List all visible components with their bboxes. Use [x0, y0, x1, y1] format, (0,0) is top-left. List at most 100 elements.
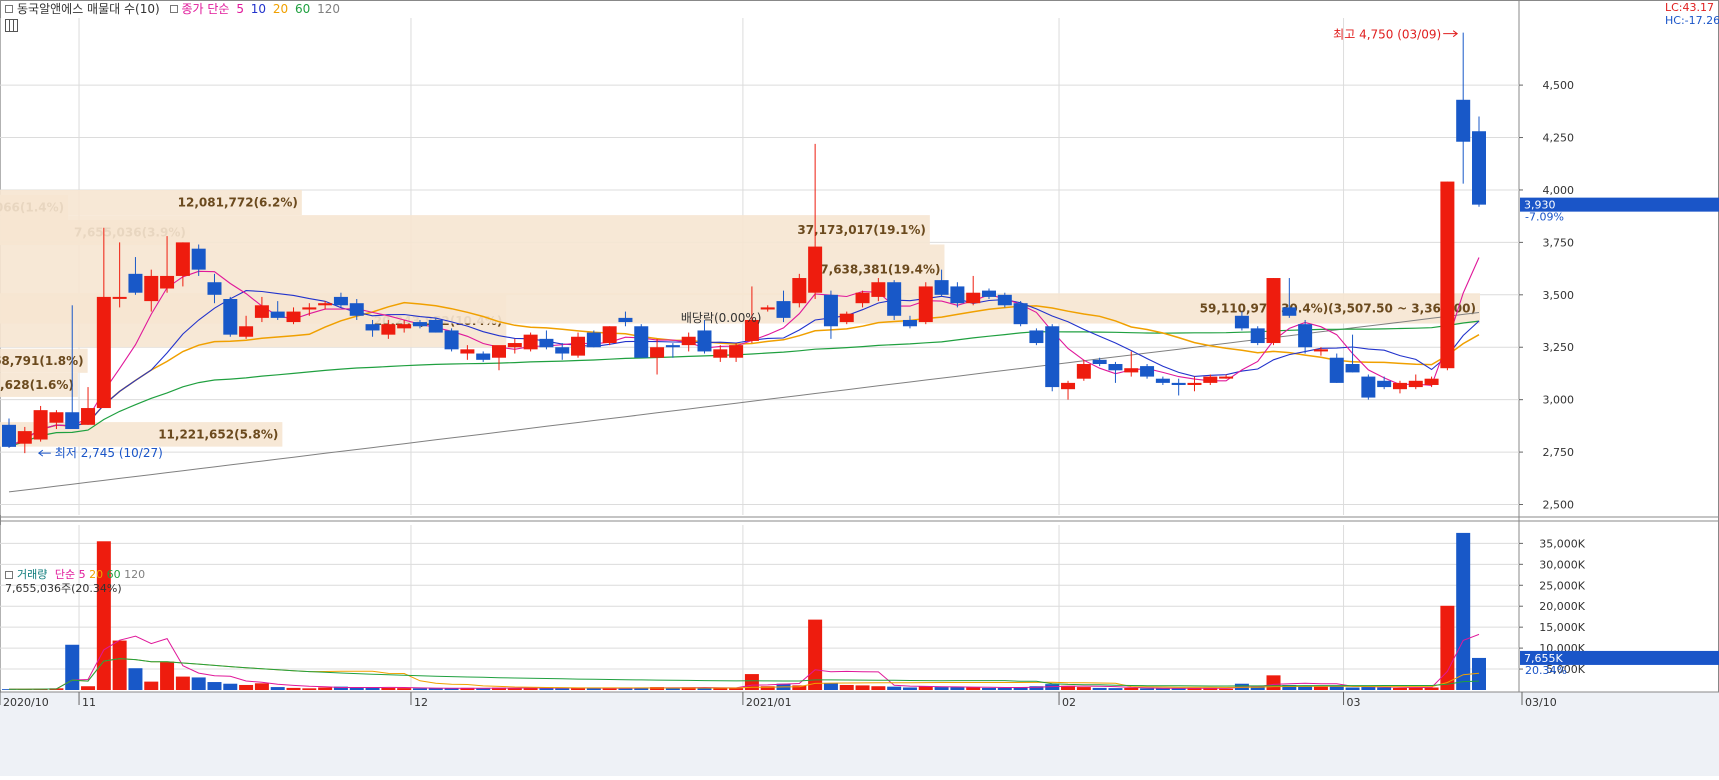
ma-period-60: 60 [295, 2, 311, 16]
volume-bar [1155, 688, 1170, 690]
volume-bar [1377, 687, 1392, 690]
candle-down [823, 294, 838, 327]
volume-bar [112, 640, 127, 690]
candle-up [460, 349, 475, 354]
volume-bar [1076, 687, 1091, 690]
candle-down [555, 347, 570, 354]
indicator-toggle-icon[interactable] [5, 5, 13, 13]
candle-up [17, 431, 32, 444]
candle-up [523, 334, 538, 350]
volume-bar [397, 688, 412, 690]
volume-bar [160, 661, 175, 690]
candle-down [997, 294, 1012, 306]
volume-bar [223, 683, 238, 690]
volume-bar [239, 684, 254, 690]
candle-down [1472, 131, 1486, 205]
low-arrow [37, 449, 51, 457]
candle-up [381, 324, 396, 335]
candle-up [571, 336, 586, 356]
candle-up [1424, 378, 1439, 385]
candle-up [792, 278, 807, 304]
price-tick-label: 4,500 [1543, 79, 1575, 92]
ma-label[interactable]: 종가 단순 [182, 2, 230, 16]
high-arrow [1443, 30, 1459, 38]
volume-bar [887, 686, 902, 690]
candle-down [65, 412, 80, 430]
volume-title[interactable]: 거래량 [17, 568, 47, 581]
x-tick-label: 02 [1062, 696, 1076, 709]
volume-bar [966, 687, 981, 690]
x-tick-label: 03/10 [1525, 696, 1557, 709]
ma-toggle-icon[interactable] [169, 5, 178, 13]
volume-bar [713, 688, 728, 690]
volume-bar [1140, 688, 1155, 690]
current-volume-ratio: 20.34% [1525, 664, 1567, 677]
candle-up [808, 246, 823, 293]
price-tick-label: 3,750 [1543, 236, 1575, 249]
price-tick-label: 3,500 [1543, 289, 1575, 302]
candle-down [1013, 303, 1028, 325]
volume-ma-label[interactable]: 단순 [55, 568, 75, 581]
volume-bar [270, 687, 285, 690]
volume-profile-label: 3,035,628(1.6%) [0, 378, 74, 392]
indicator-label[interactable]: 동국알앤에스 매물대 수(10) [17, 2, 160, 16]
candle-up [286, 311, 301, 323]
lc-label: LC:43.17 [1665, 1, 1715, 14]
candle-down [934, 280, 949, 295]
settings-grid-icon[interactable] [5, 19, 18, 32]
x-axis-strip [0, 692, 1719, 776]
candle-down [1298, 324, 1313, 348]
candle-up [602, 326, 617, 344]
candle-up [1408, 380, 1423, 388]
volume-bar [618, 688, 633, 690]
volume-tick-label: 35,000K [1539, 537, 1585, 550]
candle-up [302, 307, 317, 310]
candle-down [950, 286, 965, 304]
volume-toggle-icon[interactable] [5, 570, 13, 579]
high-annotation: 최고 4,750 (03/09) [1333, 28, 1441, 42]
volume-ma-20: 20 [89, 568, 104, 581]
candle-down [1329, 357, 1344, 383]
dividend-annotation: 배당락(0.00%) [681, 311, 762, 325]
candle-down [428, 319, 443, 333]
candle-up [492, 345, 506, 358]
volume-bar [302, 688, 317, 690]
candle-down [1108, 364, 1123, 371]
volume-bar [950, 687, 965, 690]
chart-window: 4,500 4,250 4,000 3,750 3,500 3,250 3,000 2,750… [0, 0, 1719, 776]
volume-bar [1361, 687, 1376, 690]
candle-up [1219, 376, 1234, 379]
candle-down [476, 353, 491, 360]
volume-bar [586, 688, 601, 690]
ma-period-5: 5 [236, 2, 244, 16]
candle-down [223, 299, 238, 335]
candle-down [618, 317, 633, 323]
candle-up [81, 408, 96, 425]
candle-up [650, 347, 665, 358]
candle-down [2, 424, 16, 447]
candle-up [713, 349, 728, 358]
candle-up [397, 324, 412, 329]
candle-down [1155, 378, 1170, 383]
candle-down [1029, 330, 1044, 344]
candle-up [1187, 382, 1202, 385]
x-tick-label: 11 [82, 696, 96, 709]
candle-down [887, 282, 902, 316]
price-tick-label: 2,500 [1543, 499, 1575, 512]
volume-bar [982, 687, 996, 690]
volume-bar [1108, 688, 1123, 690]
candle-up [966, 292, 981, 304]
candle-up [160, 275, 175, 289]
candle-down [191, 248, 206, 270]
price-tick-label: 4,250 [1543, 132, 1575, 145]
candle-down [902, 319, 917, 327]
candle-down [444, 330, 459, 350]
volume-tick-label: 20,000K [1539, 600, 1585, 613]
volume-bar [902, 687, 917, 690]
candle-up [318, 303, 333, 306]
candle-down [349, 303, 364, 316]
candle-down [1377, 380, 1392, 388]
volume-bar [823, 683, 838, 690]
candle-up [839, 313, 854, 323]
volume-bar [81, 686, 96, 690]
